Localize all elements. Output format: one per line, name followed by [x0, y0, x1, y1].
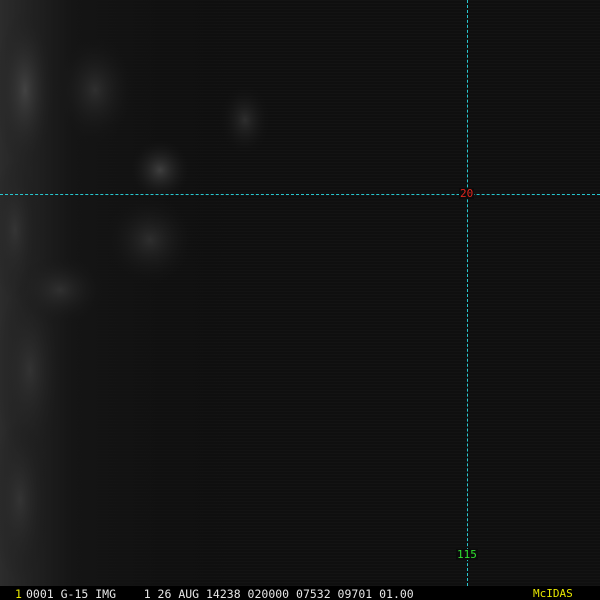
mcidas-brand: McIDAS: [533, 587, 573, 600]
satellite-viewport[interactable]: 20 115 1 0001 G-15 IMG 1 26 AUG 14238 02…: [0, 0, 600, 600]
status-bar: 1 0001 G-15 IMG 1 26 AUG 14238 020000 07…: [0, 586, 600, 600]
image-info-text: 0001 G-15 IMG 1 26 AUG 14238 020000 0753…: [26, 587, 414, 600]
latitude-grid-line: [0, 194, 600, 195]
satellite-image: [0, 0, 600, 600]
latitude-label: 20: [459, 187, 475, 200]
longitude-grid-line: [467, 0, 468, 586]
frame-number: 1: [15, 587, 22, 600]
longitude-label: 115: [456, 548, 478, 561]
